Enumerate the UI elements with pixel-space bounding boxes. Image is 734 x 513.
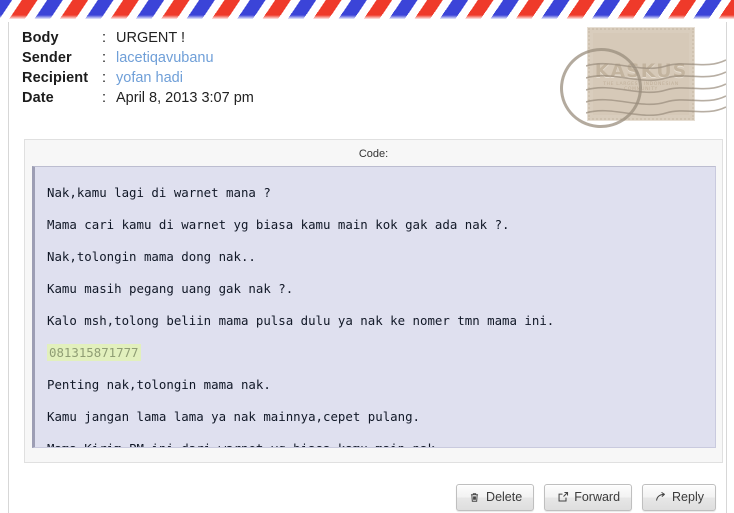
code-line-text: Mama Kirim PM ini dari warnet yg biasa k… <box>47 441 442 447</box>
postmark-cancellation-icon <box>586 59 726 116</box>
code-line-text: Nak,tolongin mama dong nak.. <box>47 249 256 264</box>
code-line: Nak,kamu lagi di warnet mana ? <box>47 177 715 209</box>
meta-colon-date: : <box>102 90 107 106</box>
meta-row-date: Date : April 8, 2013 3:07 pm <box>22 88 254 108</box>
delete-button[interactable]: Delete <box>456 483 535 511</box>
meta-value-date: April 8, 2013 3:07 pm <box>116 90 254 106</box>
page-left-border <box>8 22 9 513</box>
code-line-text: Kalo msh,tolong beliin mama pulsa dulu y… <box>47 313 555 328</box>
meta-row-body: Body : URGENT ! <box>22 28 254 48</box>
code-box: Nak,kamu lagi di warnet mana ? Mama cari… <box>32 166 716 448</box>
meta-label-body: Body <box>22 30 59 46</box>
reply-button-label: Reply <box>672 489 704 504</box>
airmail-border-fade <box>0 15 734 20</box>
forward-button-label: Forward <box>574 489 621 504</box>
code-line: Mama cari kamu di warnet yg biasa kamu m… <box>47 209 715 241</box>
code-panel: Code: Nak,kamu lagi di warnet mana ? Mam… <box>24 139 723 463</box>
code-line: Penting nak,tolongin mama nak. <box>47 369 715 401</box>
code-line-highlighted: 081315871777 <box>47 337 715 369</box>
reply-button[interactable]: Reply <box>642 483 716 511</box>
message-page: Body : URGENT ! Sender : lacetiqavubanu … <box>0 0 734 513</box>
meta-value-body: URGENT ! <box>116 30 186 46</box>
code-line: Kalo msh,tolong beliin mama pulsa dulu y… <box>47 305 715 337</box>
meta-row-sender: Sender : lacetiqavubanu <box>22 48 254 68</box>
code-lines: Nak,kamu lagi di warnet mana ? Mama cari… <box>35 167 715 447</box>
meta-colon-body: : <box>102 30 107 46</box>
meta-colon-sender: : <box>102 50 107 66</box>
meta-label-recipient: Recipient <box>22 70 89 86</box>
postage-stamp-area: KASKUS THE LARGEST INDONESIAN COMMUNITY <box>556 22 728 134</box>
message-meta: Body : URGENT ! Sender : lacetiqavubanu … <box>22 28 254 108</box>
code-line: Nak,tolongin mama dong nak.. <box>47 241 715 273</box>
code-line-text: Kamu jangan lama lama ya nak mainnya,cep… <box>47 409 420 424</box>
code-line-text: Nak,kamu lagi di warnet mana ? <box>47 185 271 200</box>
delete-button-label: Delete <box>486 489 523 504</box>
code-line: Mama Kirim PM ini dari warnet yg biasa k… <box>47 433 715 447</box>
recipient-link[interactable]: yofan hadi <box>116 68 183 88</box>
sender-link[interactable]: lacetiqavubanu <box>116 48 214 68</box>
trash-icon <box>468 491 481 504</box>
share-external-icon <box>556 491 569 504</box>
forward-button[interactable]: Forward <box>544 483 633 511</box>
code-line-text: Penting nak,tolongin mama nak. <box>47 377 271 392</box>
code-line: Kamu jangan lama lama ya nak mainnya,cep… <box>47 401 715 433</box>
action-bar: Delete Forward Reply <box>0 482 726 512</box>
meta-colon-recipient: : <box>102 70 107 86</box>
meta-label-sender: Sender <box>22 50 72 66</box>
code-line: Kamu masih pegang uang gak nak ?. <box>47 273 715 305</box>
highlighted-phone-number: 081315871777 <box>47 344 141 361</box>
reply-arrow-icon <box>654 491 667 504</box>
meta-label-date: Date <box>22 90 54 106</box>
code-line-text: Mama cari kamu di warnet yg biasa kamu m… <box>47 217 510 232</box>
code-panel-title: Code: <box>358 148 389 160</box>
meta-row-recipient: Recipient : yofan hadi <box>22 68 254 88</box>
code-line-text: Kamu masih pegang uang gak nak ?. <box>47 281 294 296</box>
